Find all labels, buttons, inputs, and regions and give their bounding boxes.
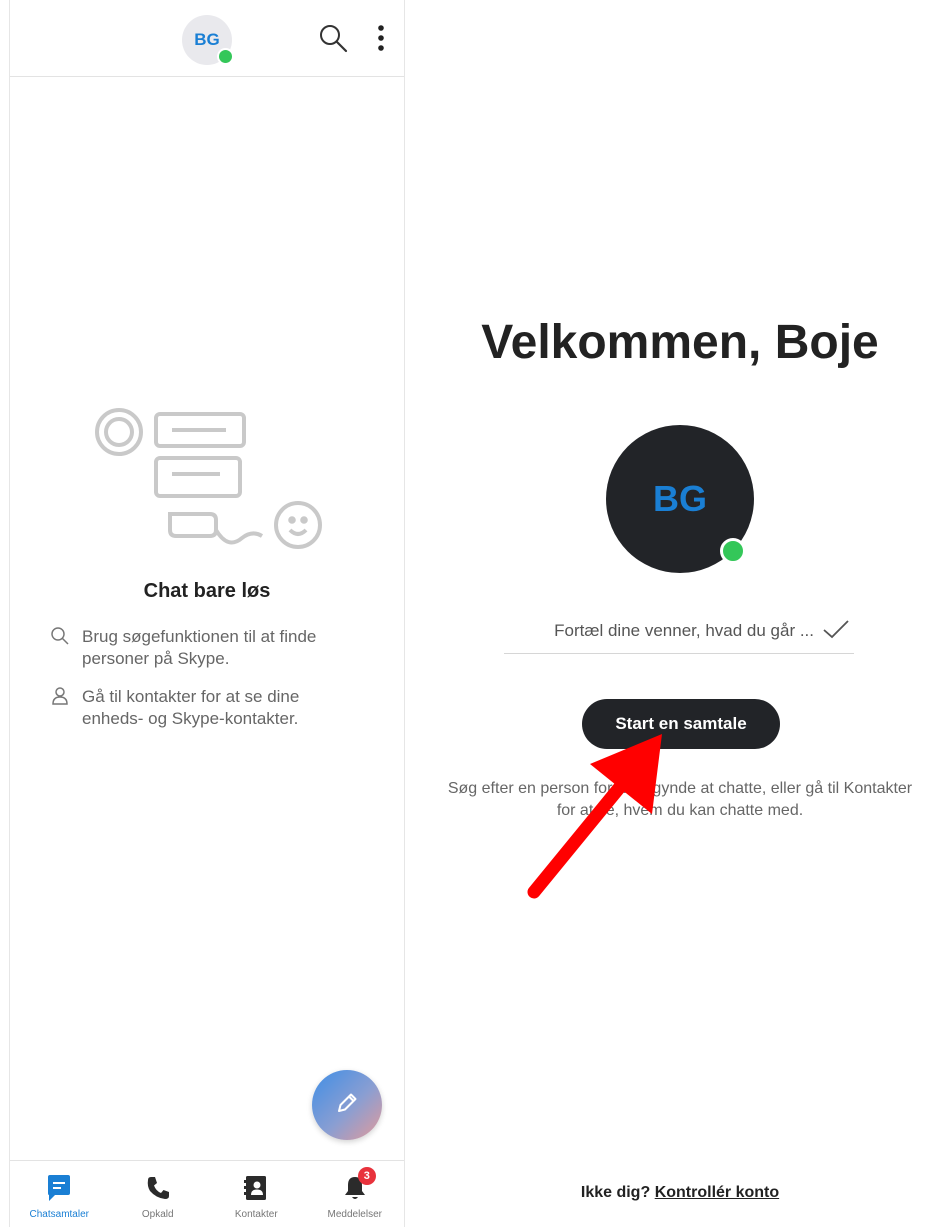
nav-item-chats[interactable]: Chatsamtaler	[10, 1161, 109, 1228]
nav-item-contacts[interactable]: Kontakter	[207, 1161, 306, 1228]
nav-label-calls: Opkald	[141, 1209, 174, 1220]
avatar-initials-large: BG	[653, 478, 707, 519]
empty-state-title: Chat bare løs	[143, 580, 271, 602]
pencil-icon	[334, 1090, 360, 1121]
not-you-text: Ikke dig?	[580, 1184, 651, 1201]
hint-search-text: Brug søgefunktionen til at finde persone…	[82, 627, 317, 668]
hint-contacts-text: Gå til kontakter for at se dine enheds- …	[82, 687, 300, 728]
mood-message-placeholder: Fortæl dine venner, hvad du går ...	[554, 621, 814, 640]
nav-label-notifications: Meddelelser	[327, 1209, 382, 1220]
nav-item-notifications[interactable]: 3 Meddelelser	[306, 1161, 405, 1228]
person-icon	[50, 686, 70, 706]
contacts-icon	[241, 1173, 271, 1203]
mood-message-input[interactable]: Fortæl dine venner, hvad du går ...	[504, 608, 854, 654]
presence-online-indicator-large	[720, 538, 746, 564]
nav-label-chats: Chatsamtaler	[29, 1209, 89, 1220]
start-help-text: Søg efter en person for at begynde at ch…	[447, 780, 913, 819]
welcome-pane: Velkommen, Boje BG Fortæl dine venner, h…	[406, 0, 942, 1227]
avatar-initials: BG	[194, 30, 220, 49]
new-chat-button[interactable]	[312, 1070, 382, 1140]
hint-contacts: Gå til kontakter for at se dine enheds- …	[50, 686, 350, 730]
presence-online-indicator	[217, 48, 234, 65]
notification-badge: 3	[357, 1167, 376, 1185]
top-bar: BG	[10, 0, 404, 77]
nav-item-calls[interactable]: Opkald	[109, 1161, 208, 1228]
check-icon[interactable]	[821, 618, 851, 642]
chat-list-pane: BG Chat bare løs Brug søgefunktionen til…	[9, 0, 405, 1227]
bottom-navigation: Chatsamtaler Opkald Kontakter 3 Meddelel…	[10, 1160, 404, 1228]
start-conversation-label: Start en samtale	[615, 714, 747, 733]
phone-icon	[143, 1173, 173, 1203]
chat-icon	[44, 1173, 74, 1203]
bell-icon: 3	[340, 1167, 376, 1203]
verify-account-line: Ikke dig? Kontrollér konto	[406, 1184, 942, 1202]
hint-search: Brug søgefunktionen til at finde persone…	[50, 626, 350, 670]
search-icon[interactable]	[315, 20, 351, 56]
welcome-title: Velkommen, Boje	[481, 316, 879, 369]
verify-account-link[interactable]: Kontrollér konto	[655, 1184, 779, 1201]
nav-label-contacts: Kontakter	[234, 1209, 278, 1220]
start-conversation-button[interactable]: Start en samtale	[582, 699, 780, 749]
search-icon	[50, 626, 70, 646]
empty-chat-illustration	[94, 402, 324, 562]
more-vertical-icon[interactable]	[363, 20, 399, 56]
